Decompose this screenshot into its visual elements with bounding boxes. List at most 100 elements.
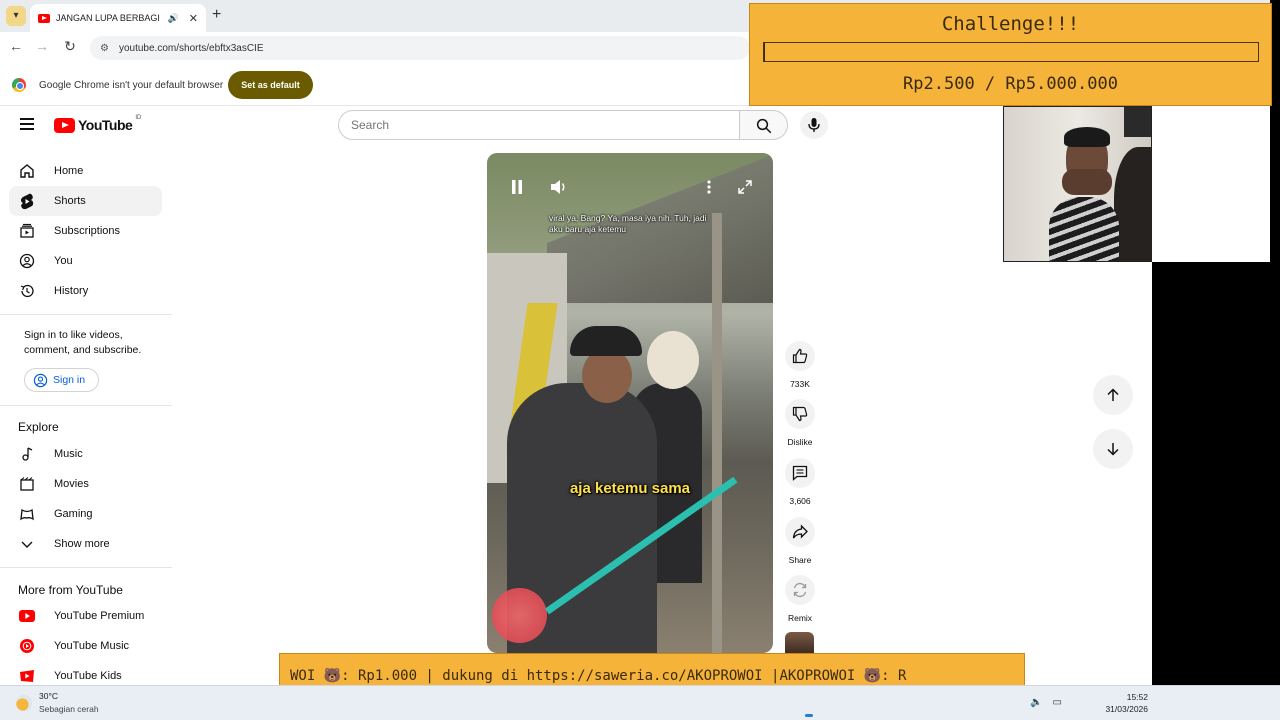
logo-country-code: ID (135, 115, 142, 121)
arrow-down-icon (1107, 443, 1119, 456)
home-icon (18, 162, 36, 180)
signin-prompt: Sign in to like videos, comment, and sub… (24, 329, 142, 356)
tab-audio-icon[interactable]: 🔊 (168, 13, 179, 24)
site-info-icon[interactable]: ⚙ (100, 43, 109, 54)
video-caption-main: aja ketemu sama (569, 480, 691, 497)
like-action[interactable]: 733K (785, 341, 815, 389)
tab-search-menu-icon[interactable]: ▾ (6, 6, 26, 26)
infobar-message: Google Chrome isn't your default browser (39, 80, 224, 91)
dislike-action[interactable]: Dislike (785, 399, 815, 447)
sidebar-item-history[interactable]: History (9, 276, 162, 306)
thumbs-down-icon (792, 406, 808, 422)
sidebar-item-home[interactable]: Home (9, 156, 162, 186)
gaming-icon (18, 505, 36, 523)
youtube-logo-text: YouTube (78, 117, 133, 133)
sidebar-item-label: Shorts (54, 195, 86, 207)
share-action[interactable]: Share (785, 517, 815, 565)
taskbar-clock[interactable]: 15:52 31/03/2026 (1088, 691, 1148, 715)
sidebar-item-subscriptions[interactable]: Subscriptions (9, 216, 162, 246)
sidebar-item-gaming[interactable]: Gaming (9, 499, 162, 529)
remix-icon (793, 582, 807, 598)
music-icon (18, 445, 36, 463)
reload-icon[interactable]: ↻ (60, 38, 80, 55)
comments-button[interactable] (785, 458, 815, 488)
new-tab-icon[interactable]: + (212, 6, 221, 24)
sidebar-item-label: Subscriptions (54, 225, 121, 237)
youtube-favicon-icon (38, 13, 50, 23)
sidebar-item-you[interactable]: You (9, 246, 162, 276)
dislike-button[interactable] (785, 399, 815, 429)
explore-heading: Explore (18, 420, 59, 434)
comment-count: 3,606 (789, 496, 811, 506)
weather-temperature[interactable]: 30°C (39, 691, 58, 701)
sidebar-item-music[interactable]: Music (9, 439, 162, 469)
sidebar-item-label: Music (54, 448, 83, 460)
microphone-icon (808, 118, 820, 132)
set-default-button[interactable]: Set as default (228, 71, 313, 99)
next-short-button[interactable] (1093, 429, 1133, 469)
tab-close-icon[interactable]: ✕ (189, 12, 198, 25)
speaker-icon[interactable]: 🔈 (1030, 697, 1042, 708)
windows-taskbar: 30°C Sebagian cerah 🔈 ▭ 15:52 31/03/2026 (0, 685, 1280, 720)
sidebar-item-youtube-premium[interactable]: YouTube Premium (9, 601, 162, 631)
account-icon (33, 373, 48, 387)
challenge-widget: Challenge!!! Rp2.500 / Rp5.000.000 (749, 3, 1272, 106)
sidebar-item-youtube-music[interactable]: YouTube Music (9, 631, 162, 661)
forward-icon[interactable]: → (32, 38, 52, 54)
pause-icon[interactable] (505, 175, 529, 199)
share-icon (792, 524, 808, 539)
webcam-feed (1003, 106, 1152, 262)
like-button[interactable] (785, 341, 815, 371)
video-broom-head (492, 588, 547, 643)
signin-button[interactable]: Sign in (24, 368, 99, 392)
youtube-music-icon (18, 637, 36, 655)
you-icon (18, 252, 36, 270)
battery-icon[interactable]: ▭ (1052, 697, 1061, 708)
search-button[interactable] (740, 110, 788, 140)
video-person-left-head (582, 348, 632, 403)
comments-action[interactable]: 3,606 (785, 458, 815, 506)
history-icon (18, 282, 36, 300)
fullscreen-icon[interactable] (733, 175, 757, 199)
weather-description[interactable]: Sebagian cerah (39, 704, 99, 714)
search-input[interactable] (351, 118, 739, 132)
webcam-background-object (1124, 107, 1151, 137)
sidebar-item-label: YouTube Premium (54, 610, 145, 622)
sidebar-item-label: Movies (54, 478, 89, 490)
youtube-logo[interactable]: YouTube ID (54, 115, 142, 133)
sidebar-divider (0, 405, 172, 406)
sidebar-item-label: YouTube Kids (54, 670, 122, 682)
signin-label: Sign in (53, 374, 86, 386)
dislike-label: Dislike (787, 437, 813, 447)
sidebar-item-shorts[interactable]: Shorts (9, 186, 162, 216)
previous-short-button[interactable] (1093, 375, 1133, 415)
partly-sunny-icon[interactable] (16, 695, 32, 711)
search-box[interactable] (338, 110, 740, 140)
omnibox[interactable]: ⚙ youtube.com/shorts/ebftx3asCIE (90, 36, 750, 60)
menu-icon[interactable] (20, 118, 34, 130)
remix-button[interactable] (785, 575, 815, 605)
webcam-second-person (1114, 147, 1151, 261)
chevron-down-icon (18, 535, 36, 553)
arrow-up-icon (1107, 388, 1119, 401)
sidebar-item-label: You (54, 255, 73, 267)
challenge-progress-bar (763, 42, 1259, 62)
shorts-icon (18, 192, 36, 210)
sidebar-item-show-more[interactable]: Show more (9, 529, 162, 559)
sidebar-divider (0, 567, 172, 568)
youtube-kids-icon (18, 667, 36, 685)
back-icon[interactable]: ← (6, 38, 26, 54)
channel-avatar[interactable] (785, 632, 814, 654)
challenge-amount: Rp2.500 / Rp5.000.000 (903, 74, 1118, 94)
voice-search-button[interactable] (800, 111, 828, 139)
webcam-person-hands (1062, 169, 1112, 195)
url-text[interactable]: youtube.com/shorts/ebftx3asCIE (119, 43, 264, 54)
more-options-icon[interactable] (697, 175, 721, 199)
browser-tab[interactable]: JANGAN LUPA BERBAGI KE 🔊 ✕ (30, 4, 206, 32)
share-button[interactable] (785, 517, 815, 547)
remix-action[interactable]: Remix (785, 575, 815, 623)
shorts-video-player[interactable]: viral ya, Bang? Ya, masa iya nih. Tuh, j… (487, 153, 773, 653)
sidebar: Home Shorts Subscriptions You History Si… (0, 156, 172, 686)
volume-icon[interactable] (547, 175, 571, 199)
sidebar-item-movies[interactable]: Movies (9, 469, 162, 499)
